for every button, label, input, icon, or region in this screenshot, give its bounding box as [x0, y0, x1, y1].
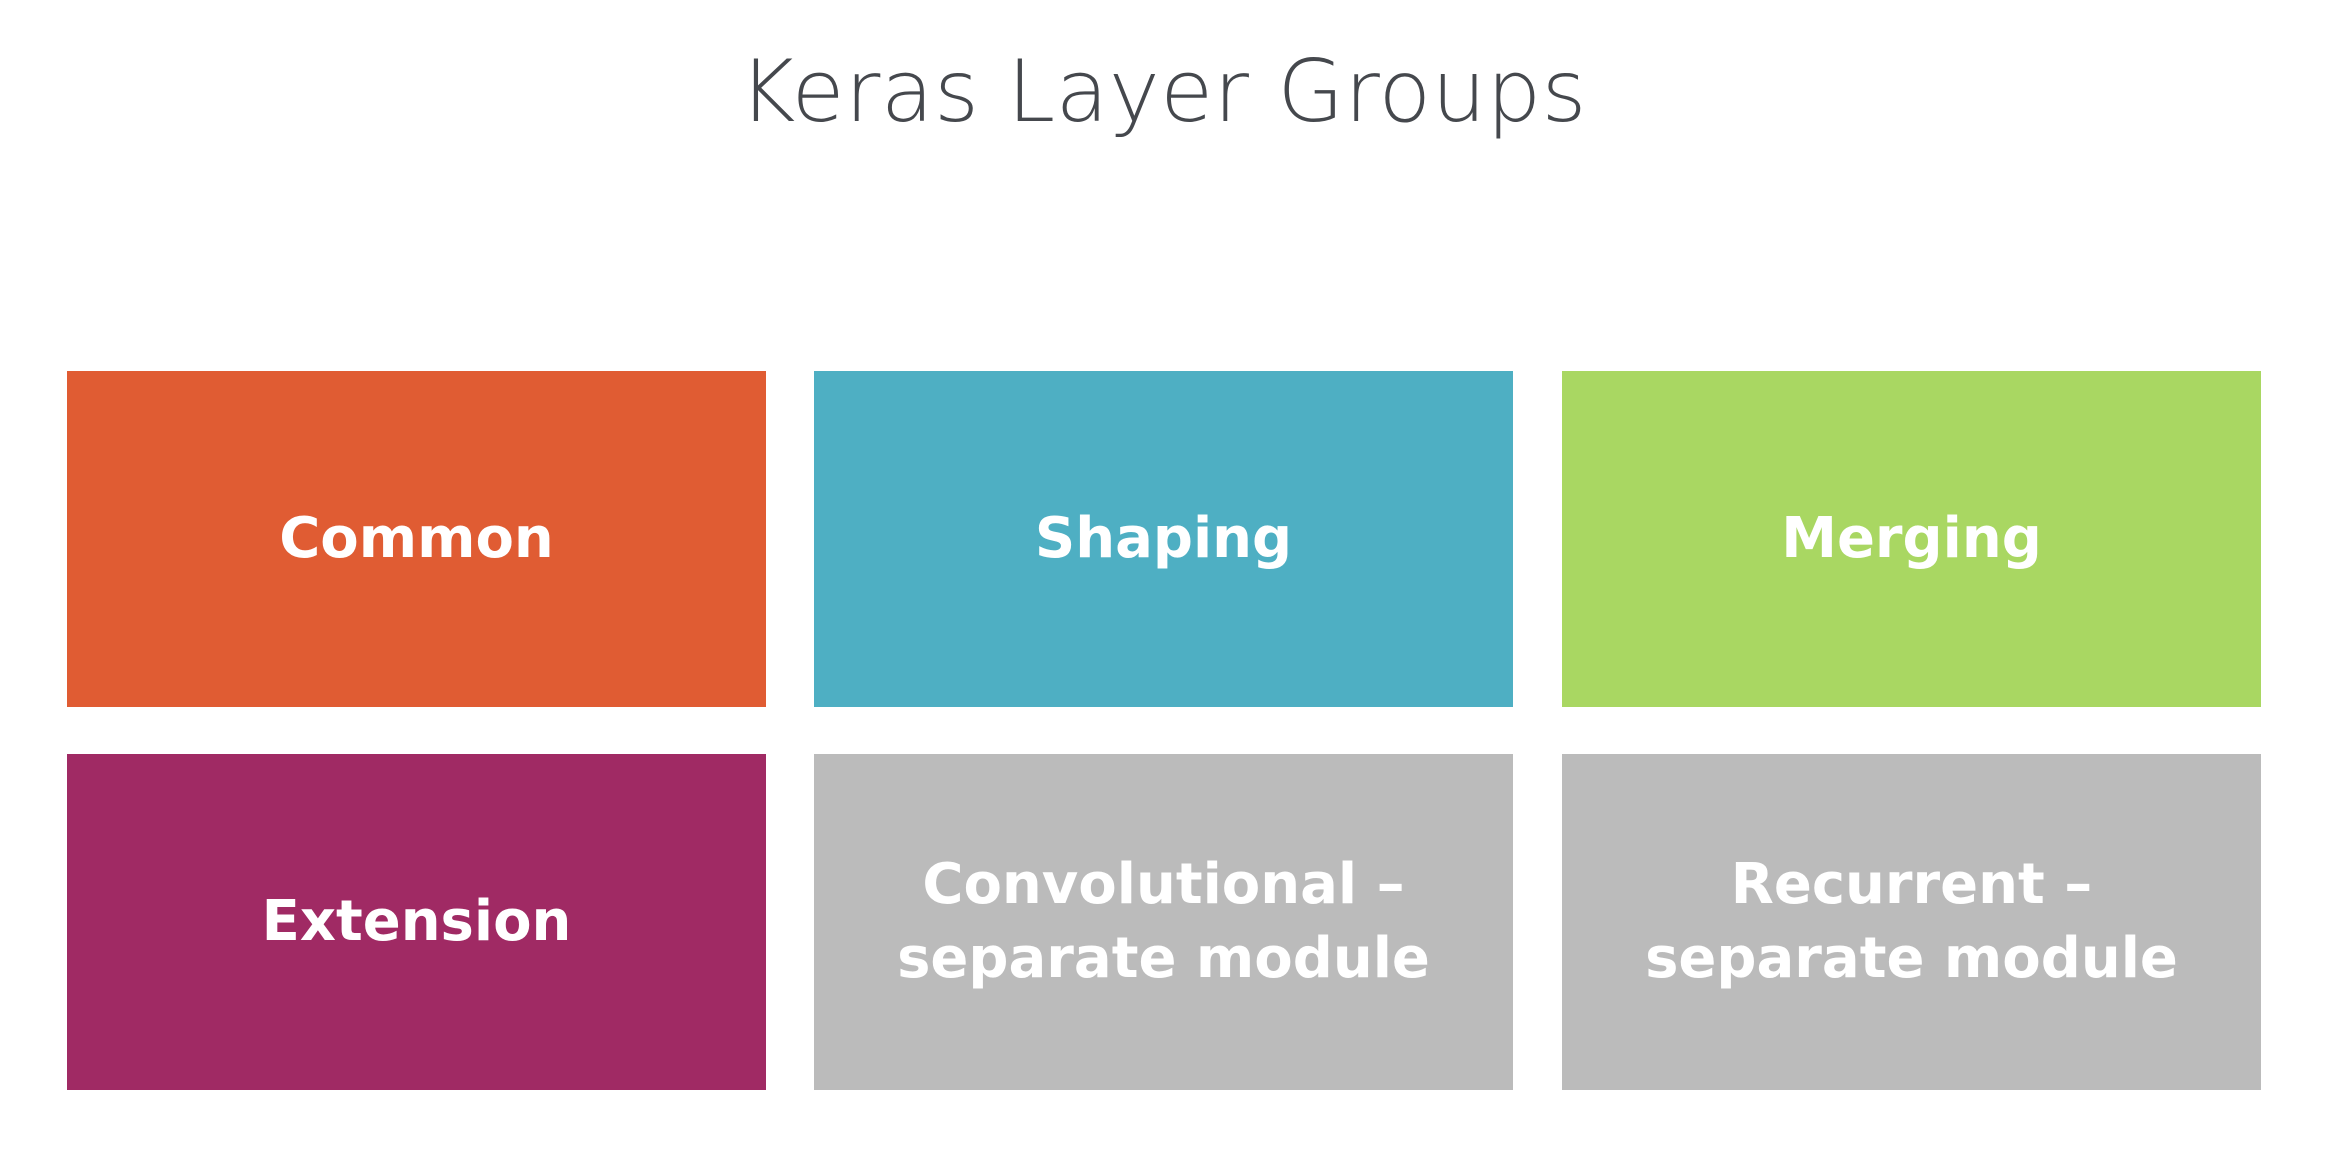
slide-title: Keras Layer Groups	[739, 42, 1587, 142]
tile-extension-label-line-1: Extension	[261, 889, 572, 954]
tile-recurrent-label-line-1: Recurrent –	[1730, 852, 2093, 917]
tile-shaping-label-line-1: Shaping	[1034, 506, 1293, 571]
tile-common-label: Common	[279, 502, 554, 576]
tile-shaping-label: Shaping	[1035, 502, 1292, 576]
tile-extension-label: Extension	[262, 885, 572, 959]
tile-convolutional-label-line-2: separate module	[897, 926, 1430, 991]
tile-merging-label: Merging	[1781, 502, 2042, 576]
tile-convolutional-label: Convolutional – separate module	[897, 848, 1430, 996]
tile-common-label-line-1: Common	[279, 506, 554, 571]
tile-convolutional: Convolutional – separate module	[814, 754, 1513, 1090]
tile-convolutional-label-line-1: Convolutional –	[922, 852, 1405, 917]
tile-merging: Merging	[1562, 371, 2261, 707]
tile-recurrent: Recurrent – separate module	[1562, 754, 2261, 1090]
tile-recurrent-label-line-2: separate module	[1645, 926, 2178, 991]
tile-extension: Extension	[67, 754, 766, 1090]
tile-shaping: Shaping	[814, 371, 1513, 707]
tile-merging-label-line-1: Merging	[1781, 506, 2042, 571]
tile-recurrent-label: Recurrent – separate module	[1645, 848, 2178, 996]
tile-common: Common	[67, 371, 766, 707]
